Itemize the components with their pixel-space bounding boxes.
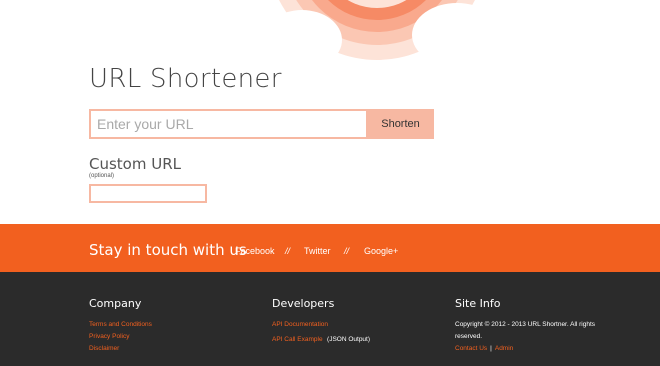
google-plus-link[interactable]: Google+ bbox=[364, 246, 398, 256]
developers-heading: Developers bbox=[272, 297, 335, 310]
admin-link[interactable]: Admin bbox=[495, 345, 513, 352]
footer-site-info: Site Info Copyright © 2012 - 2013 URL Sh… bbox=[455, 297, 620, 355]
optional-hint: (optional) bbox=[89, 173, 115, 179]
rainbow-illustration bbox=[262, 0, 492, 70]
footer-developers: Developers API Documentation API Call Ex… bbox=[272, 297, 370, 346]
api-example-suffix: (JSON Output) bbox=[327, 336, 371, 343]
facebook-link[interactable]: Facebook bbox=[235, 246, 275, 256]
disclaimer-link[interactable]: Disclaimer bbox=[89, 343, 152, 355]
hero-section: URL Shortener Shorten Custom URL (option… bbox=[0, 0, 660, 224]
custom-url-label: Custom URL bbox=[89, 155, 181, 173]
api-docs-link[interactable]: API Documentation bbox=[272, 319, 370, 331]
custom-url-input[interactable] bbox=[89, 184, 207, 203]
url-input[interactable] bbox=[91, 111, 366, 137]
privacy-link[interactable]: Privacy Policy bbox=[89, 331, 152, 343]
terms-link[interactable]: Terms and Conditions bbox=[89, 319, 152, 331]
contact-link[interactable]: Contact Us bbox=[455, 345, 487, 352]
social-title: Stay in touch with us bbox=[89, 241, 247, 259]
footer-company: Company Terms and Conditions Privacy Pol… bbox=[89, 297, 152, 355]
copyright-text: Copyright © 2012 - 2013 URL Shortner. Al… bbox=[455, 321, 596, 340]
footer: Company Terms and Conditions Privacy Pol… bbox=[0, 272, 660, 366]
page-title: URL Shortener bbox=[89, 64, 282, 94]
site-info-heading: Site Info bbox=[455, 297, 501, 310]
separator: // bbox=[285, 246, 291, 256]
separator: | bbox=[490, 345, 492, 352]
separator: // bbox=[344, 246, 350, 256]
twitter-link[interactable]: Twitter bbox=[304, 246, 331, 256]
company-heading: Company bbox=[89, 297, 142, 310]
api-example-link[interactable]: API Call Example bbox=[272, 336, 323, 343]
social-band: Stay in touch with us Facebook // Twitte… bbox=[0, 224, 660, 272]
shorten-button[interactable]: Shorten bbox=[369, 111, 432, 137]
url-form: Shorten bbox=[89, 109, 434, 139]
